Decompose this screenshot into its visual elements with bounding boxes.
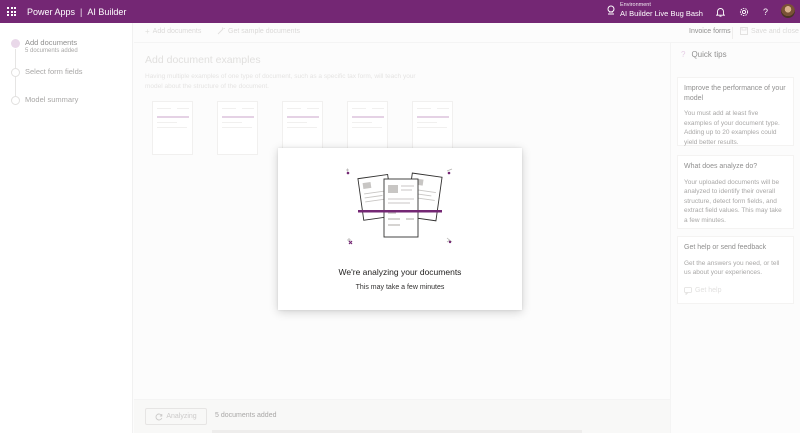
bell-icon[interactable] xyxy=(715,6,726,17)
app-brand[interactable]: Power Apps | AI Builder xyxy=(27,7,126,17)
brand-separator: | xyxy=(80,6,83,17)
environment-picker[interactable]: Environment AI Builder Live Bug Bash xyxy=(606,2,703,18)
product-name: AI Builder xyxy=(87,6,127,17)
waffle-icon[interactable] xyxy=(0,0,23,23)
help-icon[interactable]: ? xyxy=(760,6,771,17)
environment-label: Environment xyxy=(620,2,651,8)
dialog-subtitle: This may take a few minutes xyxy=(355,284,445,291)
environment-name: AI Builder Live Bug Bash xyxy=(620,8,703,18)
document-scan-illustration xyxy=(346,168,453,245)
avatar[interactable] xyxy=(781,4,795,18)
top-app-bar: Power Apps | AI Builder Environment AI B… xyxy=(0,0,800,23)
app-name: Power Apps xyxy=(27,6,76,17)
environment-icon xyxy=(607,5,615,15)
dialog-title: We're analyzing your documents xyxy=(338,267,462,277)
gear-icon[interactable] xyxy=(738,6,749,17)
analyzing-dialog: We're analyzing your documents This may … xyxy=(278,148,522,310)
